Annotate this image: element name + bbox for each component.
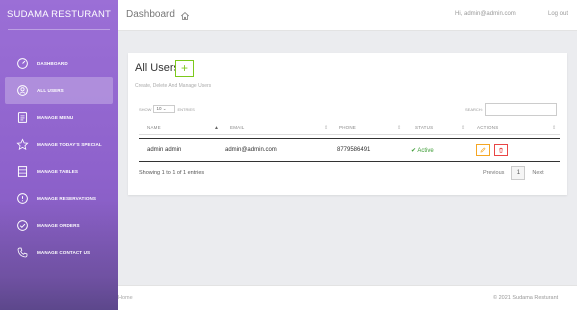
home-icon[interactable] <box>180 8 190 20</box>
pagination-page-1[interactable]: 1 <box>511 166 526 180</box>
column-header-actions[interactable]: ACTIONS <box>477 125 498 130</box>
sidebar-item-dashboard[interactable]: DASHBOARD <box>5 50 113 77</box>
users-card: All Users + Create, Delete And Manage Us… <box>128 53 567 195</box>
sort-asc-icon: ▲ <box>214 125 219 131</box>
user-greeting[interactable]: Hi, admin@admin.com <box>455 11 516 17</box>
add-user-button[interactable]: + <box>175 60 194 77</box>
table-info: Showing 1 to 1 of 1 entries <box>139 170 205 176</box>
logout-link[interactable]: Log out <box>548 11 568 17</box>
sidebar-nav: DASHBOARD ALL USERS MANAGE MENU MANAGE T… <box>0 50 118 266</box>
footer: Home © 2021 Sudama Resturant <box>118 285 577 310</box>
column-header-phone[interactable]: PHONE <box>339 125 356 130</box>
sidebar-item-manage-orders[interactable]: MANAGE ORDERS <box>5 212 113 239</box>
sidebar-item-all-users[interactable]: ALL USERS <box>5 77 113 104</box>
table-icon <box>15 165 29 179</box>
edit-icon <box>480 147 486 153</box>
sort-icon: ⇕ <box>461 125 466 131</box>
sidebar-item-label: MANAGE MENU <box>37 115 74 120</box>
table-header: NAME ▲ EMAIL ⇕ PHONE ⇕ STATUS ⇕ ACTIONS … <box>139 121 560 135</box>
footer-copyright: © 2021 Sudama Resturant <box>493 295 559 301</box>
sidebar-item-label: MANAGE ORDERS <box>37 223 80 228</box>
sort-icon: ⇕ <box>552 125 557 131</box>
column-header-name[interactable]: NAME <box>147 125 161 130</box>
entries-length-control: SHOW 10 ⌄ ENTRIES <box>139 105 195 113</box>
search-control: SEARCH: <box>465 103 557 116</box>
sidebar-item-manage-contact-us[interactable]: MANAGE CONTACT US <box>5 239 113 266</box>
dashboard-icon <box>15 57 29 71</box>
edit-button[interactable] <box>476 144 490 156</box>
cell-phone: 8779586491 <box>337 147 371 153</box>
entries-label: ENTRIES <box>177 106 195 112</box>
sort-icon: ⇕ <box>397 125 402 131</box>
page-title: Dashboard <box>126 9 175 20</box>
menu-icon <box>15 111 29 125</box>
search-label: SEARCH: <box>465 107 483 112</box>
pagination: Previous 1 Next <box>483 166 544 180</box>
pagination-next[interactable]: Next <box>532 170 543 176</box>
delete-button[interactable] <box>494 144 508 156</box>
column-header-email[interactable]: EMAIL <box>230 125 245 130</box>
sidebar-item-manage-menu[interactable]: MANAGE MENU <box>5 104 113 131</box>
users-icon <box>15 84 29 98</box>
sidebar-item-todays-special[interactable]: MANAGE TODAY'S SPECIAL <box>5 131 113 158</box>
sidebar-item-manage-reservations[interactable]: MANAGE RESERVATIONS <box>5 185 113 212</box>
sidebar-item-label: MANAGE CONTACT US <box>37 250 91 255</box>
check-circle-icon <box>15 219 29 233</box>
pagination-previous[interactable]: Previous <box>483 170 504 176</box>
card-subtitle: Create, Delete And Manage Users <box>135 83 212 89</box>
sidebar-item-label: ALL USERS <box>37 88 64 93</box>
trash-icon <box>499 147 503 153</box>
sidebar-item-label: MANAGE RESERVATIONS <box>37 196 97 201</box>
sidebar-item-manage-tables[interactable]: MANAGE TABLES <box>5 158 113 185</box>
sort-icon: ⇕ <box>324 125 329 131</box>
reservation-icon <box>15 192 29 206</box>
entries-value: 10 <box>156 106 162 111</box>
chevron-down-icon: ⌄ <box>162 106 167 111</box>
entries-select[interactable]: 10 ⌄ <box>153 105 176 113</box>
search-input[interactable] <box>484 103 557 116</box>
cell-email: admin@admin.com <box>225 147 277 153</box>
cell-name: admin admin <box>147 147 182 153</box>
sidebar-item-label: MANAGE TODAY'S SPECIAL <box>37 142 102 147</box>
sidebar-item-label: MANAGE TABLES <box>37 169 79 174</box>
sidebar-item-label: DASHBOARD <box>37 61 68 66</box>
brand-title[interactable]: SUDAMA RESTURANT <box>0 0 118 28</box>
cell-status: ✔ Active <box>411 148 434 154</box>
footer-home-link[interactable]: Home <box>118 295 133 301</box>
show-label: SHOW <box>139 106 152 112</box>
table-row: admin admin admin@admin.com 8779586491 ✔… <box>139 138 560 162</box>
sidebar: SUDAMA RESTURANT DASHBOARD ALL USERS MAN… <box>0 0 118 310</box>
phone-icon <box>15 246 29 260</box>
top-navbar: Dashboard Hi, admin@admin.com Log out <box>118 0 577 31</box>
brand-divider <box>8 29 110 30</box>
column-header-status[interactable]: STATUS <box>415 125 433 130</box>
star-icon <box>15 138 29 152</box>
card-title: All Users <box>135 62 180 74</box>
